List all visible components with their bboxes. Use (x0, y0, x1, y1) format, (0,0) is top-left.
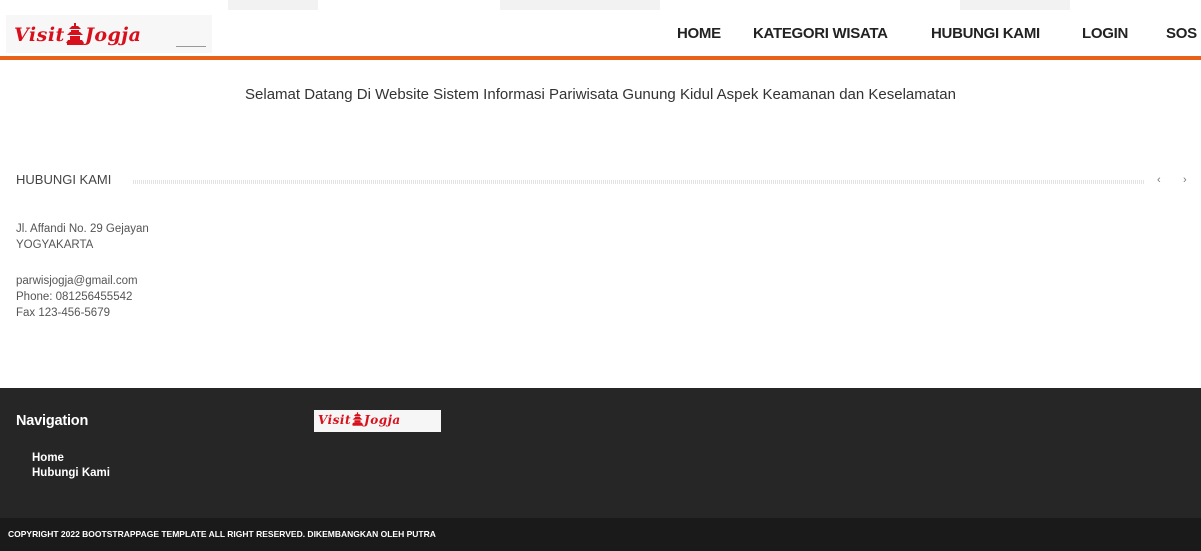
footer-logo: Visit Jogja (314, 410, 441, 432)
main-nav: HOME KATEGORI WISATA HUBUNGI KAMI LOGIN … (0, 25, 1201, 47)
carousel-controls: ‹ › (1153, 174, 1197, 188)
background-shape (500, 0, 660, 10)
footer-nav-links: Home Hubungi Kami (32, 451, 110, 481)
section-title: HUBUNGI KAMI (16, 172, 112, 187)
nav-login[interactable]: LOGIN (1082, 25, 1128, 42)
contact-fax: Fax 123-456-5679 (16, 307, 110, 319)
nav-sos[interactable]: SOS (1166, 25, 1197, 42)
chevron-right-icon[interactable]: › (1183, 174, 1187, 186)
background-shape (228, 0, 318, 10)
site-footer: Navigation Home Hubungi Kami Visit Jogja (0, 388, 1201, 518)
top-strip (0, 0, 1201, 12)
background-shape (960, 0, 1070, 10)
nav-hubungi-kami[interactable]: HUBUNGI KAMI (931, 25, 1040, 42)
copyright-bar: COPYRIGHT 2022 BOOTSTRAPPAGE TEMPLATE AL… (0, 518, 1201, 551)
welcome-text: Selamat Datang Di Website Sistem Informa… (245, 86, 956, 103)
contact-email: parwisjogja@gmail.com (16, 275, 138, 287)
footer-logo-wordmark: Visit Jogja (318, 412, 401, 427)
address-line-1: Jl. Affandi No. 29 Gejayan (16, 223, 149, 235)
chevron-left-icon[interactable]: ‹ (1157, 174, 1161, 186)
header-accent-bar (0, 56, 1201, 60)
address-line-2: YOGYAKARTA (16, 239, 94, 251)
nav-kategori-wisata[interactable]: KATEGORI WISATA (753, 25, 888, 42)
footer-link-home[interactable]: Home (32, 451, 110, 466)
contact-phone: Phone: 081256455542 (16, 291, 133, 303)
footer-logo-text-right: Jogja (364, 413, 401, 427)
temple-icon (352, 412, 364, 426)
footer-link-hubungi-kami[interactable]: Hubungi Kami (32, 466, 110, 481)
footer-logo-text-left: Visit (318, 413, 352, 427)
nav-home[interactable]: HOME (677, 25, 721, 42)
copyright-text: COPYRIGHT 2022 BOOTSTRAPPAGE TEMPLATE AL… (8, 529, 436, 539)
contact-info: Jl. Affandi No. 29 Gejayan YOGYAKARTA pa… (16, 221, 149, 321)
footer-nav-heading: Navigation (16, 413, 89, 429)
section-divider (133, 180, 1145, 184)
site-header: Visit Jogja HOME KATEGORI WISATA HUBUNGI… (0, 12, 1201, 60)
